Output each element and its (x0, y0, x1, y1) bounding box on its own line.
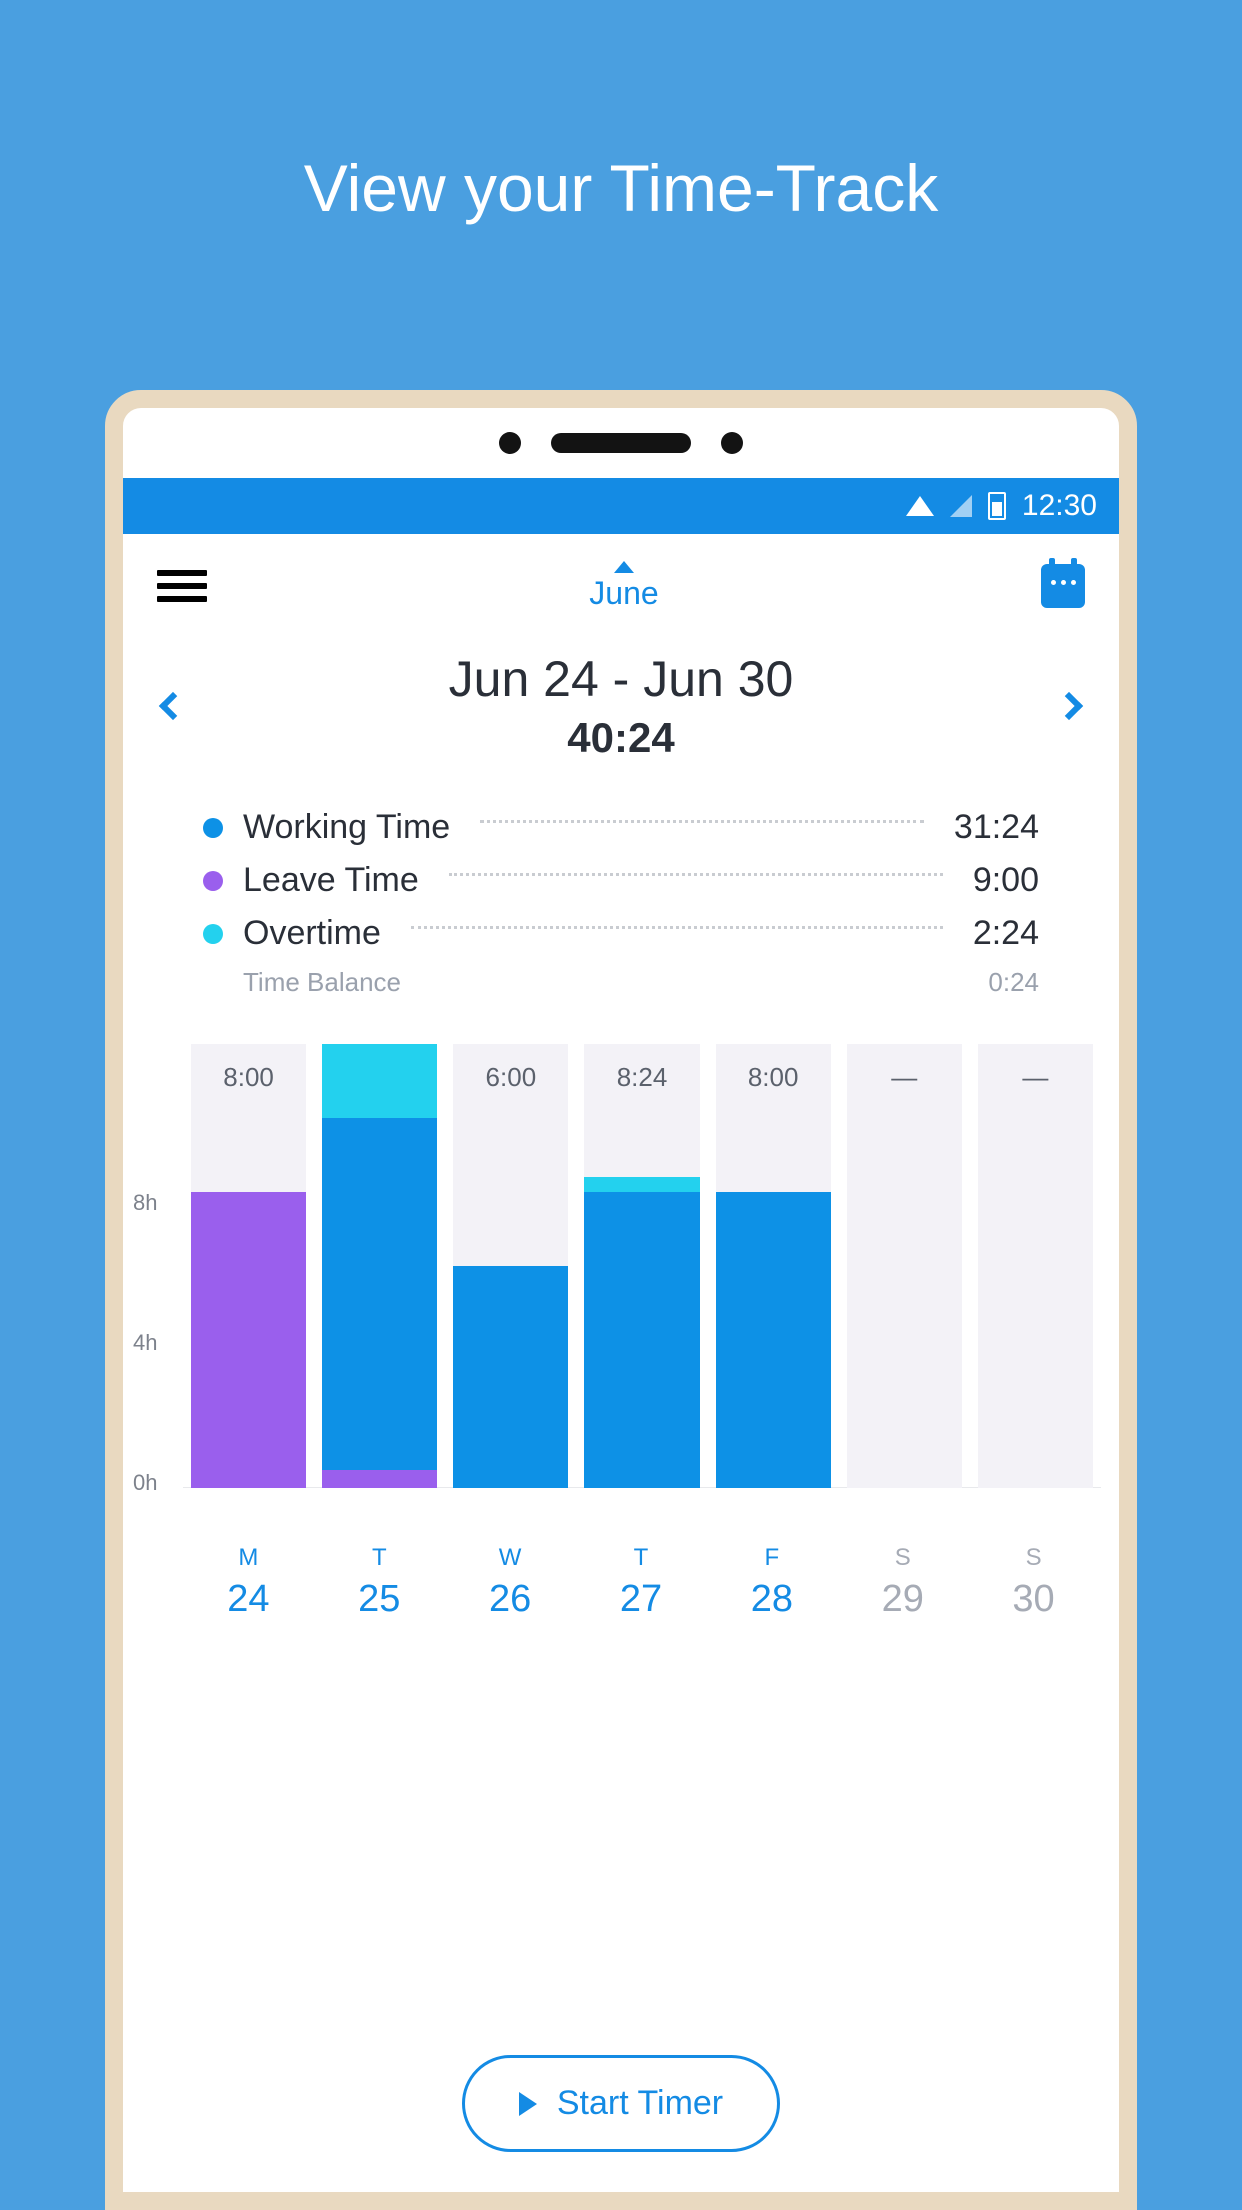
app-header: June (123, 534, 1119, 638)
bar-value-label: 8:00 (191, 1044, 306, 1093)
day-number: 26 (445, 1578, 576, 1621)
day-number: 30 (968, 1578, 1099, 1621)
status-time: 12:30 (1022, 489, 1097, 523)
start-timer-label: Start Timer (557, 2084, 723, 2123)
bar-value-label: — (847, 1044, 962, 1093)
chevron-up-icon (614, 561, 634, 573)
day-number: 27 (576, 1578, 707, 1621)
leave-bullet-icon (203, 871, 223, 891)
battery-icon (988, 492, 1006, 520)
bar-value-label: — (978, 1044, 1093, 1093)
stat-value: 31:24 (954, 808, 1039, 847)
day-cell[interactable]: T 25 (314, 1544, 445, 1621)
chart-column[interactable]: — (978, 1044, 1093, 1488)
day-cell[interactable]: F 28 (706, 1544, 837, 1621)
bar-value-label: 6:00 (453, 1044, 568, 1093)
bar-segment (322, 1470, 437, 1489)
date-range: Jun 24 - Jun 30 (449, 650, 794, 708)
wifi-icon (906, 496, 934, 516)
bar-segment (191, 1192, 306, 1488)
chart-column[interactable]: 8:00 (716, 1044, 831, 1488)
menu-icon[interactable] (157, 563, 207, 609)
day-of-week: F (706, 1544, 837, 1572)
bar-segment (584, 1192, 699, 1488)
stat-label: Time Balance (243, 967, 401, 998)
chart-column[interactable]: 10:00 (322, 1044, 437, 1488)
stat-label: Overtime (243, 914, 381, 953)
day-cell[interactable]: S 30 (968, 1544, 1099, 1621)
day-of-week: T (576, 1544, 707, 1572)
next-week-button[interactable] (1055, 692, 1083, 720)
stat-label: Working Time (243, 808, 450, 847)
day-number: 28 (706, 1578, 837, 1621)
stats-block: Working Time 31:24 Leave Time 9:00 Overt… (123, 762, 1119, 1044)
play-icon (519, 2092, 537, 2116)
stat-working: Working Time 31:24 (203, 808, 1039, 847)
bar-value-label: 8:00 (716, 1044, 831, 1093)
month-selector[interactable]: June (589, 561, 658, 612)
chart-column[interactable]: 8:00 (191, 1044, 306, 1488)
stat-leave: Leave Time 9:00 (203, 861, 1039, 900)
day-of-week: M (183, 1544, 314, 1572)
day-of-week: T (314, 1544, 445, 1572)
stat-value: 2:24 (973, 914, 1039, 953)
stat-value: 9:00 (973, 861, 1039, 900)
stat-value: 0:24 (988, 967, 1039, 998)
bar-value-label: 8:24 (584, 1044, 699, 1093)
working-bullet-icon (203, 818, 223, 838)
day-of-week: S (837, 1544, 968, 1572)
status-bar: 12:30 (123, 478, 1119, 534)
day-of-week: S (968, 1544, 1099, 1572)
footer: Start Timer (123, 2055, 1119, 2152)
day-cell[interactable]: T 27 (576, 1544, 707, 1621)
signal-icon (950, 495, 972, 517)
overtime-bullet-icon (203, 924, 223, 944)
day-number: 29 (837, 1578, 968, 1621)
y-tick: 8h (133, 1190, 157, 1216)
month-label: June (589, 575, 658, 612)
chart-column[interactable]: 6:00 (453, 1044, 568, 1488)
day-of-week: W (445, 1544, 576, 1572)
weekly-chart: 0h 4h 8h 8:00 10:00 6:00 8:24 8:00 — — (123, 1044, 1119, 1524)
total-time: 40:24 (449, 714, 794, 762)
day-number: 24 (183, 1578, 314, 1621)
bar-segment (453, 1266, 568, 1488)
y-tick: 0h (133, 1470, 157, 1496)
bar-segment (716, 1192, 831, 1488)
prev-week-button[interactable] (159, 692, 187, 720)
day-cell[interactable]: M 24 (183, 1544, 314, 1621)
day-axis: M24T25W26T27F28S29S30 (123, 1524, 1119, 1621)
day-cell[interactable]: W 26 (445, 1544, 576, 1621)
range-header: Jun 24 - Jun 30 40:24 (123, 638, 1119, 762)
start-timer-button[interactable]: Start Timer (462, 2055, 780, 2152)
bar-segment (322, 1118, 437, 1470)
stat-balance: Time Balance 0:24 (243, 967, 1039, 998)
day-cell[interactable]: S 29 (837, 1544, 968, 1621)
chart-column[interactable]: — (847, 1044, 962, 1488)
phone-speaker (123, 408, 1119, 478)
y-tick: 4h (133, 1330, 157, 1356)
day-number: 25 (314, 1578, 445, 1621)
bar-segment (584, 1177, 699, 1192)
stat-label: Leave Time (243, 861, 419, 900)
phone-frame: 12:30 June Jun 24 - Jun 30 40:24 Working… (105, 390, 1137, 2210)
calendar-icon[interactable] (1041, 564, 1085, 608)
promo-title: View your Time-Track (0, 0, 1242, 226)
bar-segment (322, 1044, 437, 1118)
stat-overtime: Overtime 2:24 (203, 914, 1039, 953)
chart-column[interactable]: 8:24 (584, 1044, 699, 1488)
